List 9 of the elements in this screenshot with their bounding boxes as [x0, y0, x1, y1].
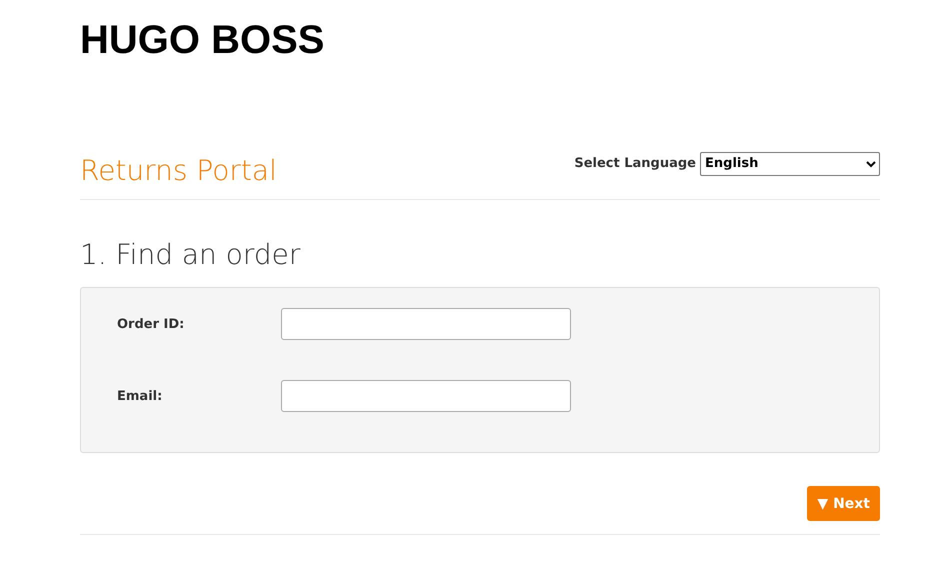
language-select[interactable]: English	[700, 152, 880, 176]
page-title: Returns Portal	[80, 154, 277, 187]
section-heading: 1. Find an order	[80, 238, 302, 271]
field-label: Order ID:	[117, 316, 186, 332]
field-label: Email:	[117, 388, 164, 404]
input-field[interactable]	[281, 308, 571, 340]
language-label: Select Language	[574, 156, 696, 171]
input-field[interactable]	[281, 380, 571, 412]
brand-logo: HUGO BOSS	[80, 18, 324, 62]
